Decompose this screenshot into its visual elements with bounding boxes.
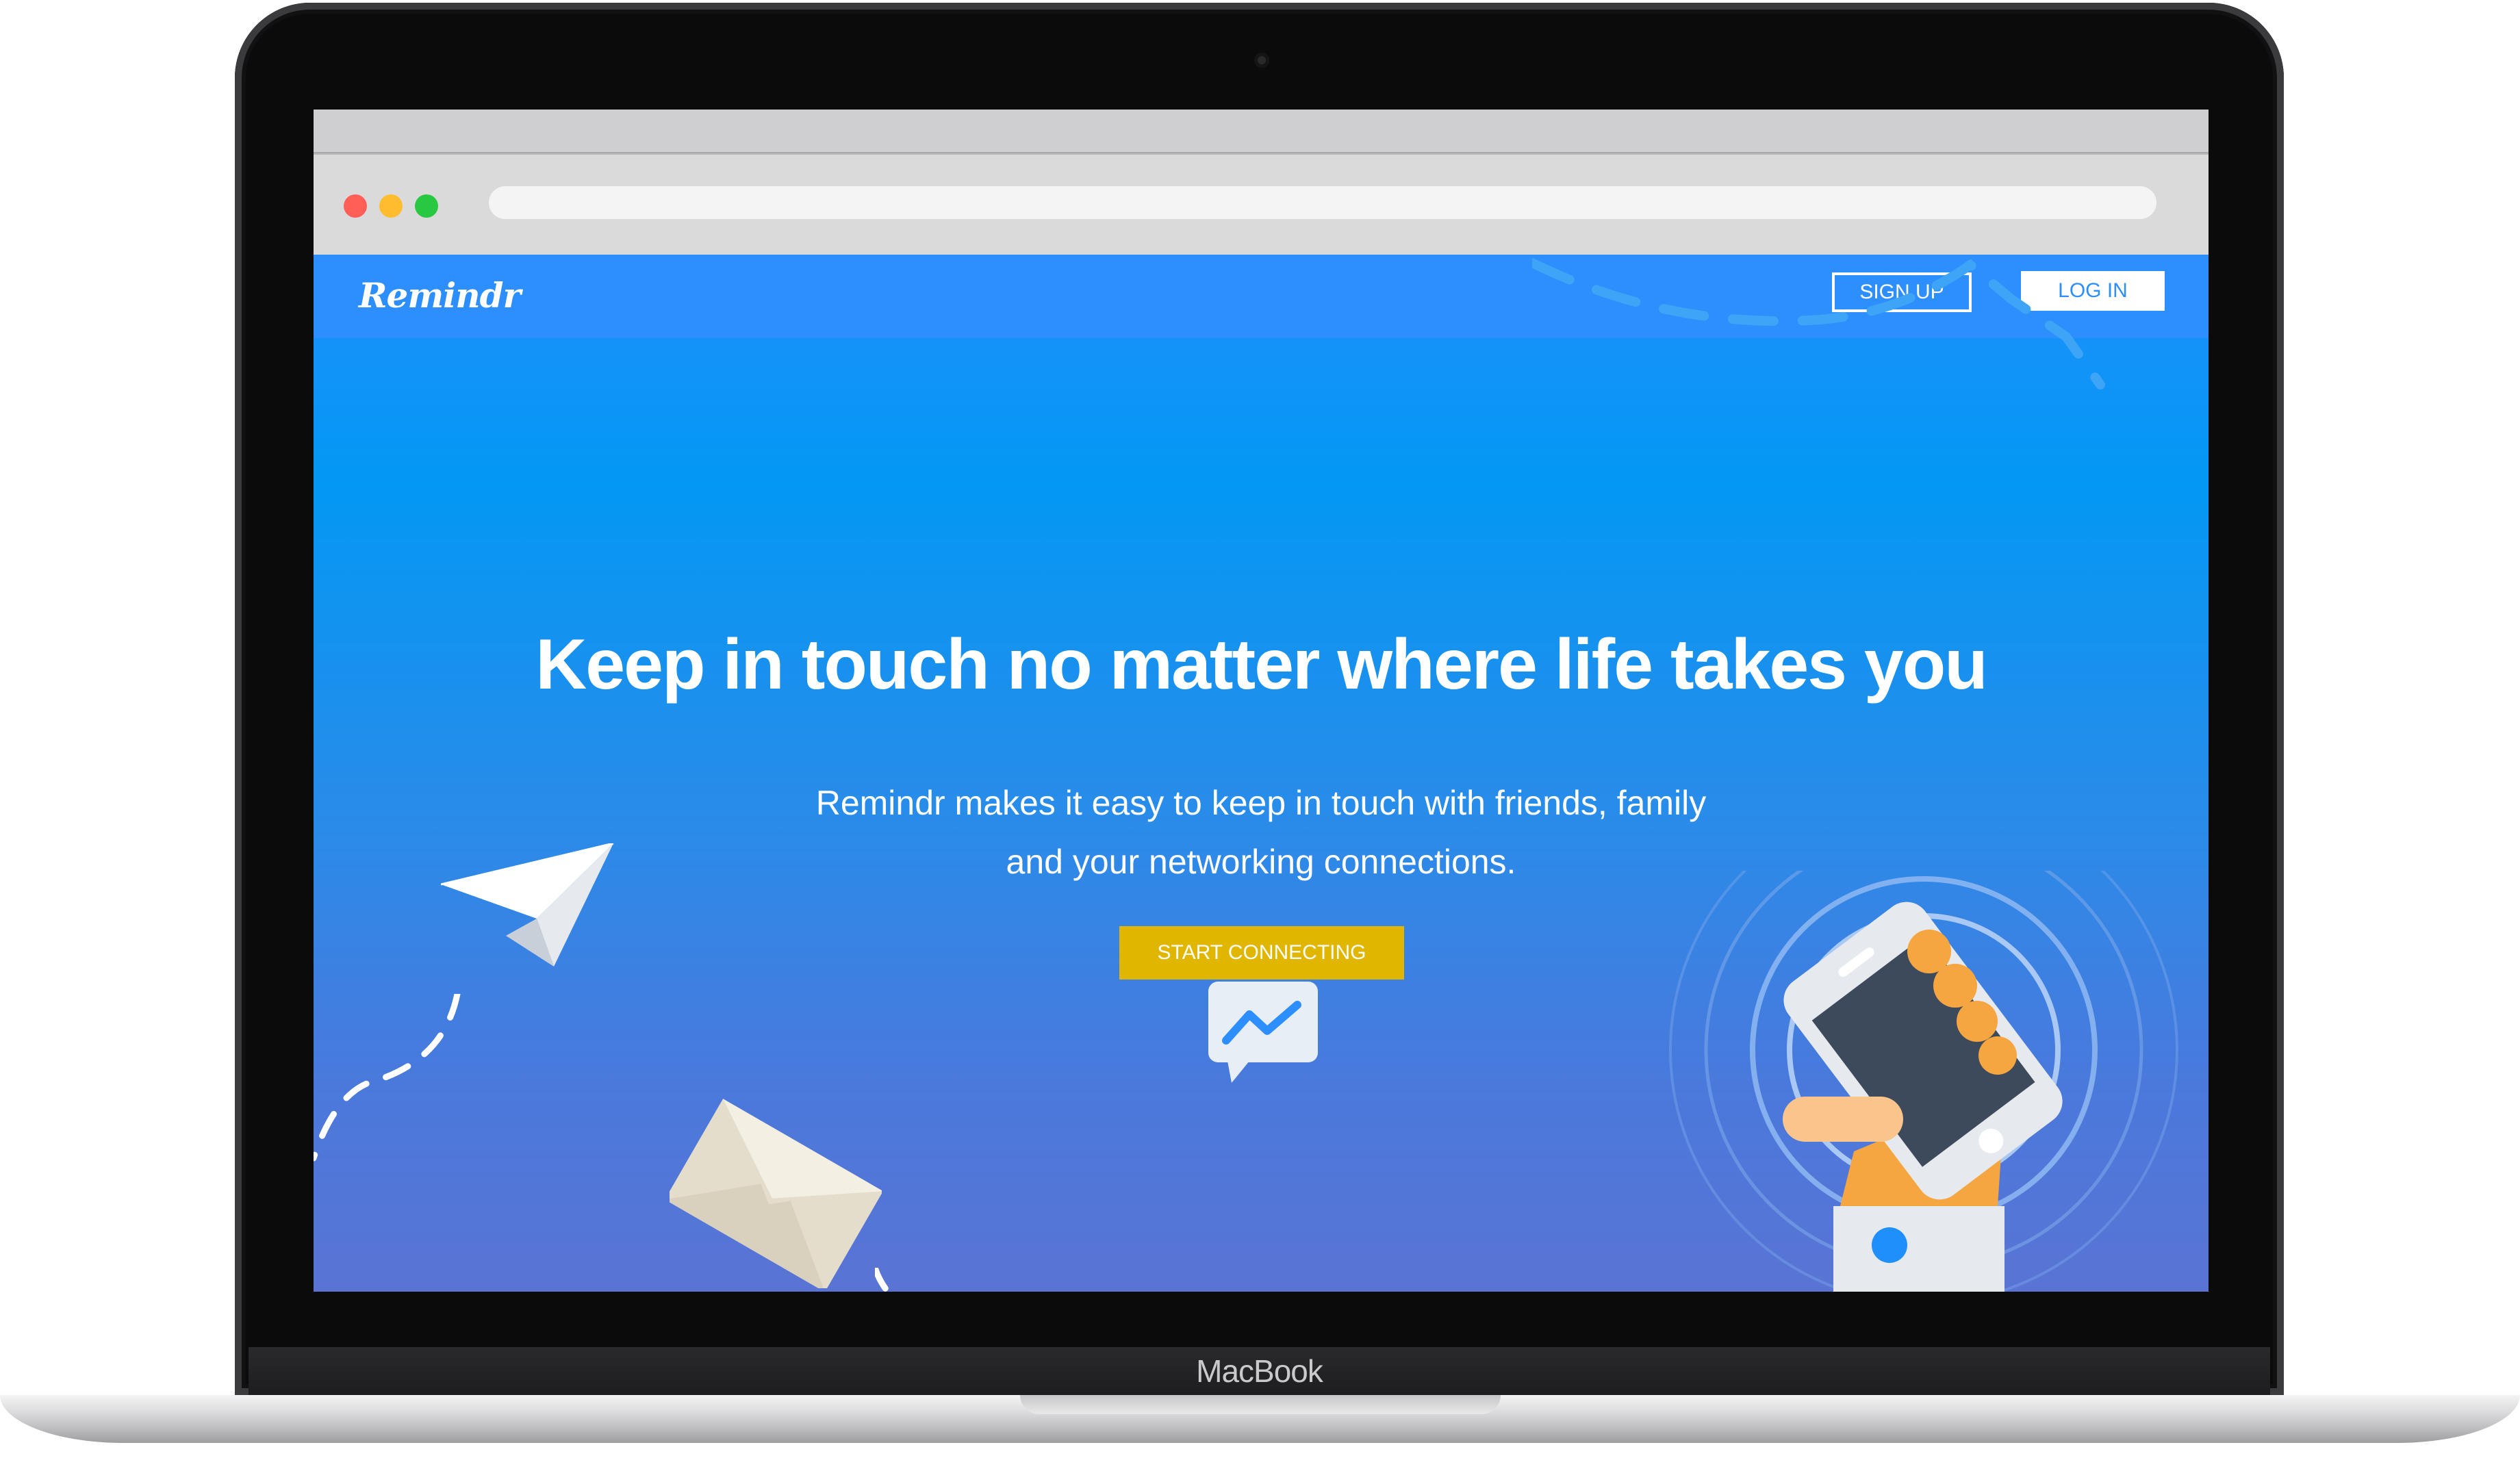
hero-subheading: Remindr makes it easy to keep in touch w… [782,773,1740,891]
camera-icon [1254,53,1269,68]
close-window-button[interactable] [344,194,367,218]
dashed-flight-path-left [314,994,461,1162]
laptop-chin: MacBook [249,1347,2270,1395]
phone-in-hand-icon [1669,871,2178,1292]
hero-headline: Keep in touch no matter where life takes… [535,625,1988,704]
dashed-envelope-trail [875,1268,892,1292]
web-page: Remindr SIGN UP LOG IN Keep in touch no … [314,255,2209,1292]
hero-subheading-line-1: Remindr makes it easy to keep in touch w… [815,784,1707,822]
dashed-flight-path-top [1532,258,2105,389]
hero-subheading-line-2: and your networking connections. [1006,843,1516,881]
start-connecting-button[interactable]: START CONNECTING [1119,926,1404,980]
device-brand-label: MacBook [1196,1353,1323,1389]
laptop-screen: Remindr SIGN UP LOG IN Keep in touch no … [314,110,2209,1292]
messenger-icon [1208,982,1318,1083]
maximize-window-button[interactable] [415,194,438,218]
browser-tab-strip [314,110,2209,153]
address-bar[interactable] [489,186,2156,219]
minimize-window-button[interactable] [379,194,403,218]
laptop-base-notch [1020,1395,1501,1414]
paper-plane-icon [441,843,614,967]
site-logo[interactable]: Remindr [359,275,521,316]
envelope-icon [670,1099,882,1288]
